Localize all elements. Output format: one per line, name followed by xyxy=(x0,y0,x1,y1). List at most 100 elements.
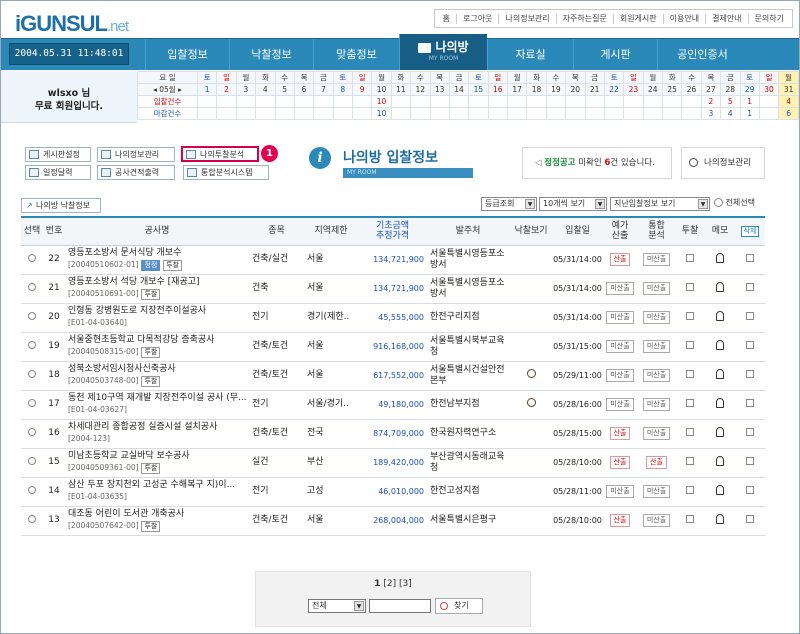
bid-checkbox[interactable] xyxy=(686,369,694,378)
cal-deadline-count[interactable] xyxy=(274,107,295,120)
delete-checkbox[interactable] xyxy=(746,427,754,436)
row-select[interactable] xyxy=(21,506,43,536)
row-title-text[interactable]: 서울중현초등학교 다목적강당 증축공사 xyxy=(68,335,214,345)
row-pre[interactable]: 산출 xyxy=(602,245,638,275)
row-delete[interactable] xyxy=(735,332,765,362)
cal-day[interactable]: 22 xyxy=(603,83,625,96)
bid-tag[interactable]: 투찰 xyxy=(141,376,161,387)
analysis-button[interactable]: 산출 xyxy=(646,456,667,469)
cal-tender-count[interactable] xyxy=(623,95,644,108)
radio-button[interactable] xyxy=(28,369,36,378)
row-analysis[interactable]: 미산출 xyxy=(638,245,675,275)
row-memo[interactable] xyxy=(705,506,735,536)
row-delete[interactable] xyxy=(735,303,765,333)
row-select[interactable] xyxy=(21,419,43,449)
row-bid[interactable] xyxy=(675,419,705,449)
cal-tender-count[interactable] xyxy=(351,95,373,108)
page-2[interactable]: [2] xyxy=(383,579,396,589)
cal-tender-count[interactable] xyxy=(448,95,470,108)
cal-day[interactable]: 23 xyxy=(623,83,644,96)
cal-tender-count[interactable] xyxy=(603,95,625,108)
cal-day[interactable]: 14 xyxy=(448,83,470,96)
top-link[interactable]: 결제안내 xyxy=(705,13,747,24)
cal-tender-count[interactable] xyxy=(642,95,664,108)
radio-button[interactable] xyxy=(28,282,36,291)
row-analysis[interactable]: 미산출 xyxy=(638,419,675,449)
radio-button[interactable] xyxy=(28,398,36,407)
cal-tender-count[interactable] xyxy=(196,95,218,108)
cal-day[interactable]: 10 xyxy=(371,83,392,96)
row-select[interactable] xyxy=(21,361,43,391)
cal-tender-count[interactable]: 5 xyxy=(720,95,741,108)
cal-tender-count[interactable] xyxy=(565,95,586,108)
cal-tender-count[interactable] xyxy=(661,95,683,108)
cal-deadline-count[interactable] xyxy=(196,107,218,120)
radio-button[interactable] xyxy=(28,456,36,465)
cal-deadline-count[interactable] xyxy=(584,107,605,120)
memo-icon[interactable] xyxy=(716,484,724,495)
cal-day[interactable]: 21 xyxy=(584,83,605,96)
cal-day[interactable]: 7 xyxy=(313,83,334,96)
cal-deadline-count[interactable] xyxy=(235,107,257,120)
bid-checkbox[interactable] xyxy=(686,456,694,465)
row-title[interactable]: 차세대관리 종합공정 실증시설 설치공사 [2004-123] xyxy=(65,419,249,449)
pre-button[interactable]: 미산출 xyxy=(606,369,634,382)
magnifier-icon[interactable] xyxy=(526,398,536,407)
row-bid[interactable] xyxy=(675,303,705,333)
row-analysis[interactable]: 미산출 xyxy=(638,477,675,507)
past-bids-select[interactable]: 지난입찰정보 보기 ▼ xyxy=(610,197,710,211)
delete-checkbox[interactable] xyxy=(746,311,754,320)
cal-day[interactable]: 27 xyxy=(700,83,722,96)
row-title[interactable]: 대조동 어린이 도서관 개축공사 [20040507642-00] 투찰 xyxy=(65,506,249,536)
bid-checkbox[interactable] xyxy=(686,282,694,291)
row-memo[interactable] xyxy=(705,303,735,333)
cal-deadline-count[interactable] xyxy=(351,107,373,120)
row-delete[interactable] xyxy=(735,390,765,420)
cal-tender-count[interactable] xyxy=(468,95,489,108)
row-memo[interactable] xyxy=(705,332,735,362)
cal-month[interactable]: ◂ 05월 ▸ xyxy=(137,83,198,96)
row-select[interactable] xyxy=(21,448,43,478)
analysis-button[interactable]: 미산출 xyxy=(642,427,671,440)
cal-tender-count[interactable] xyxy=(526,95,547,108)
cal-deadline-count[interactable] xyxy=(332,107,354,120)
bid-checkbox[interactable] xyxy=(686,253,694,262)
nav-custom[interactable]: 맞춤정보 xyxy=(313,39,399,70)
analysis-button[interactable]: 미산출 xyxy=(642,514,671,527)
cal-tender-count[interactable]: 1 xyxy=(739,95,760,108)
cal-day[interactable]: 11 xyxy=(390,83,412,96)
calendar-button[interactable]: 일정달력 xyxy=(25,165,91,180)
cal-deadline-count[interactable] xyxy=(681,107,702,120)
row-bid[interactable] xyxy=(675,448,705,478)
row-bid[interactable] xyxy=(675,361,705,391)
col-delete[interactable]: 삭제 xyxy=(735,216,765,246)
nav-library[interactable]: 자료실 xyxy=(487,39,573,70)
cal-deadline-count[interactable] xyxy=(293,107,315,120)
row-select[interactable] xyxy=(21,245,43,275)
top-link[interactable]: 홈 xyxy=(437,14,456,24)
memo-icon[interactable] xyxy=(716,281,724,292)
row-title[interactable]: 미남초등학교 교실바닥 보수공사 [20040509361-00] 투찰 xyxy=(65,448,249,478)
cal-day[interactable]: 15 xyxy=(468,83,489,96)
row-bid[interactable] xyxy=(675,477,705,507)
top-link[interactable]: 자주하는질문 xyxy=(555,13,613,24)
row-delete[interactable] xyxy=(735,361,765,391)
nav-cert[interactable]: 공인인증서 xyxy=(657,39,747,70)
cal-deadline-count[interactable]: 1 xyxy=(739,107,760,120)
row-title[interactable]: 성북소방서임시청사신축공사 [20040503748-00] 투찰 xyxy=(65,361,249,391)
row-analysis[interactable]: 미산출 xyxy=(638,361,675,391)
pre-button[interactable]: 산출 xyxy=(609,514,631,527)
bid-tag[interactable]: 투찰 xyxy=(141,463,161,474)
cal-deadline-count[interactable] xyxy=(758,107,780,120)
cal-day[interactable]: 20 xyxy=(565,83,586,96)
cal-deadline-count[interactable] xyxy=(313,107,334,120)
cal-deadline-count[interactable] xyxy=(661,107,683,120)
bid-checkbox[interactable] xyxy=(686,311,694,320)
row-memo[interactable] xyxy=(705,245,735,275)
row-pre[interactable]: 미산출 xyxy=(602,390,638,420)
page-3[interactable]: [3] xyxy=(399,579,412,589)
cal-day[interactable]: 24 xyxy=(642,83,664,96)
correction-tag[interactable]: 정정 xyxy=(141,260,161,271)
row-title-text[interactable]: 동천 제10구역 재개발 지장전주이설 공사 (무... xyxy=(68,393,247,403)
cal-deadline-count[interactable] xyxy=(565,107,586,120)
